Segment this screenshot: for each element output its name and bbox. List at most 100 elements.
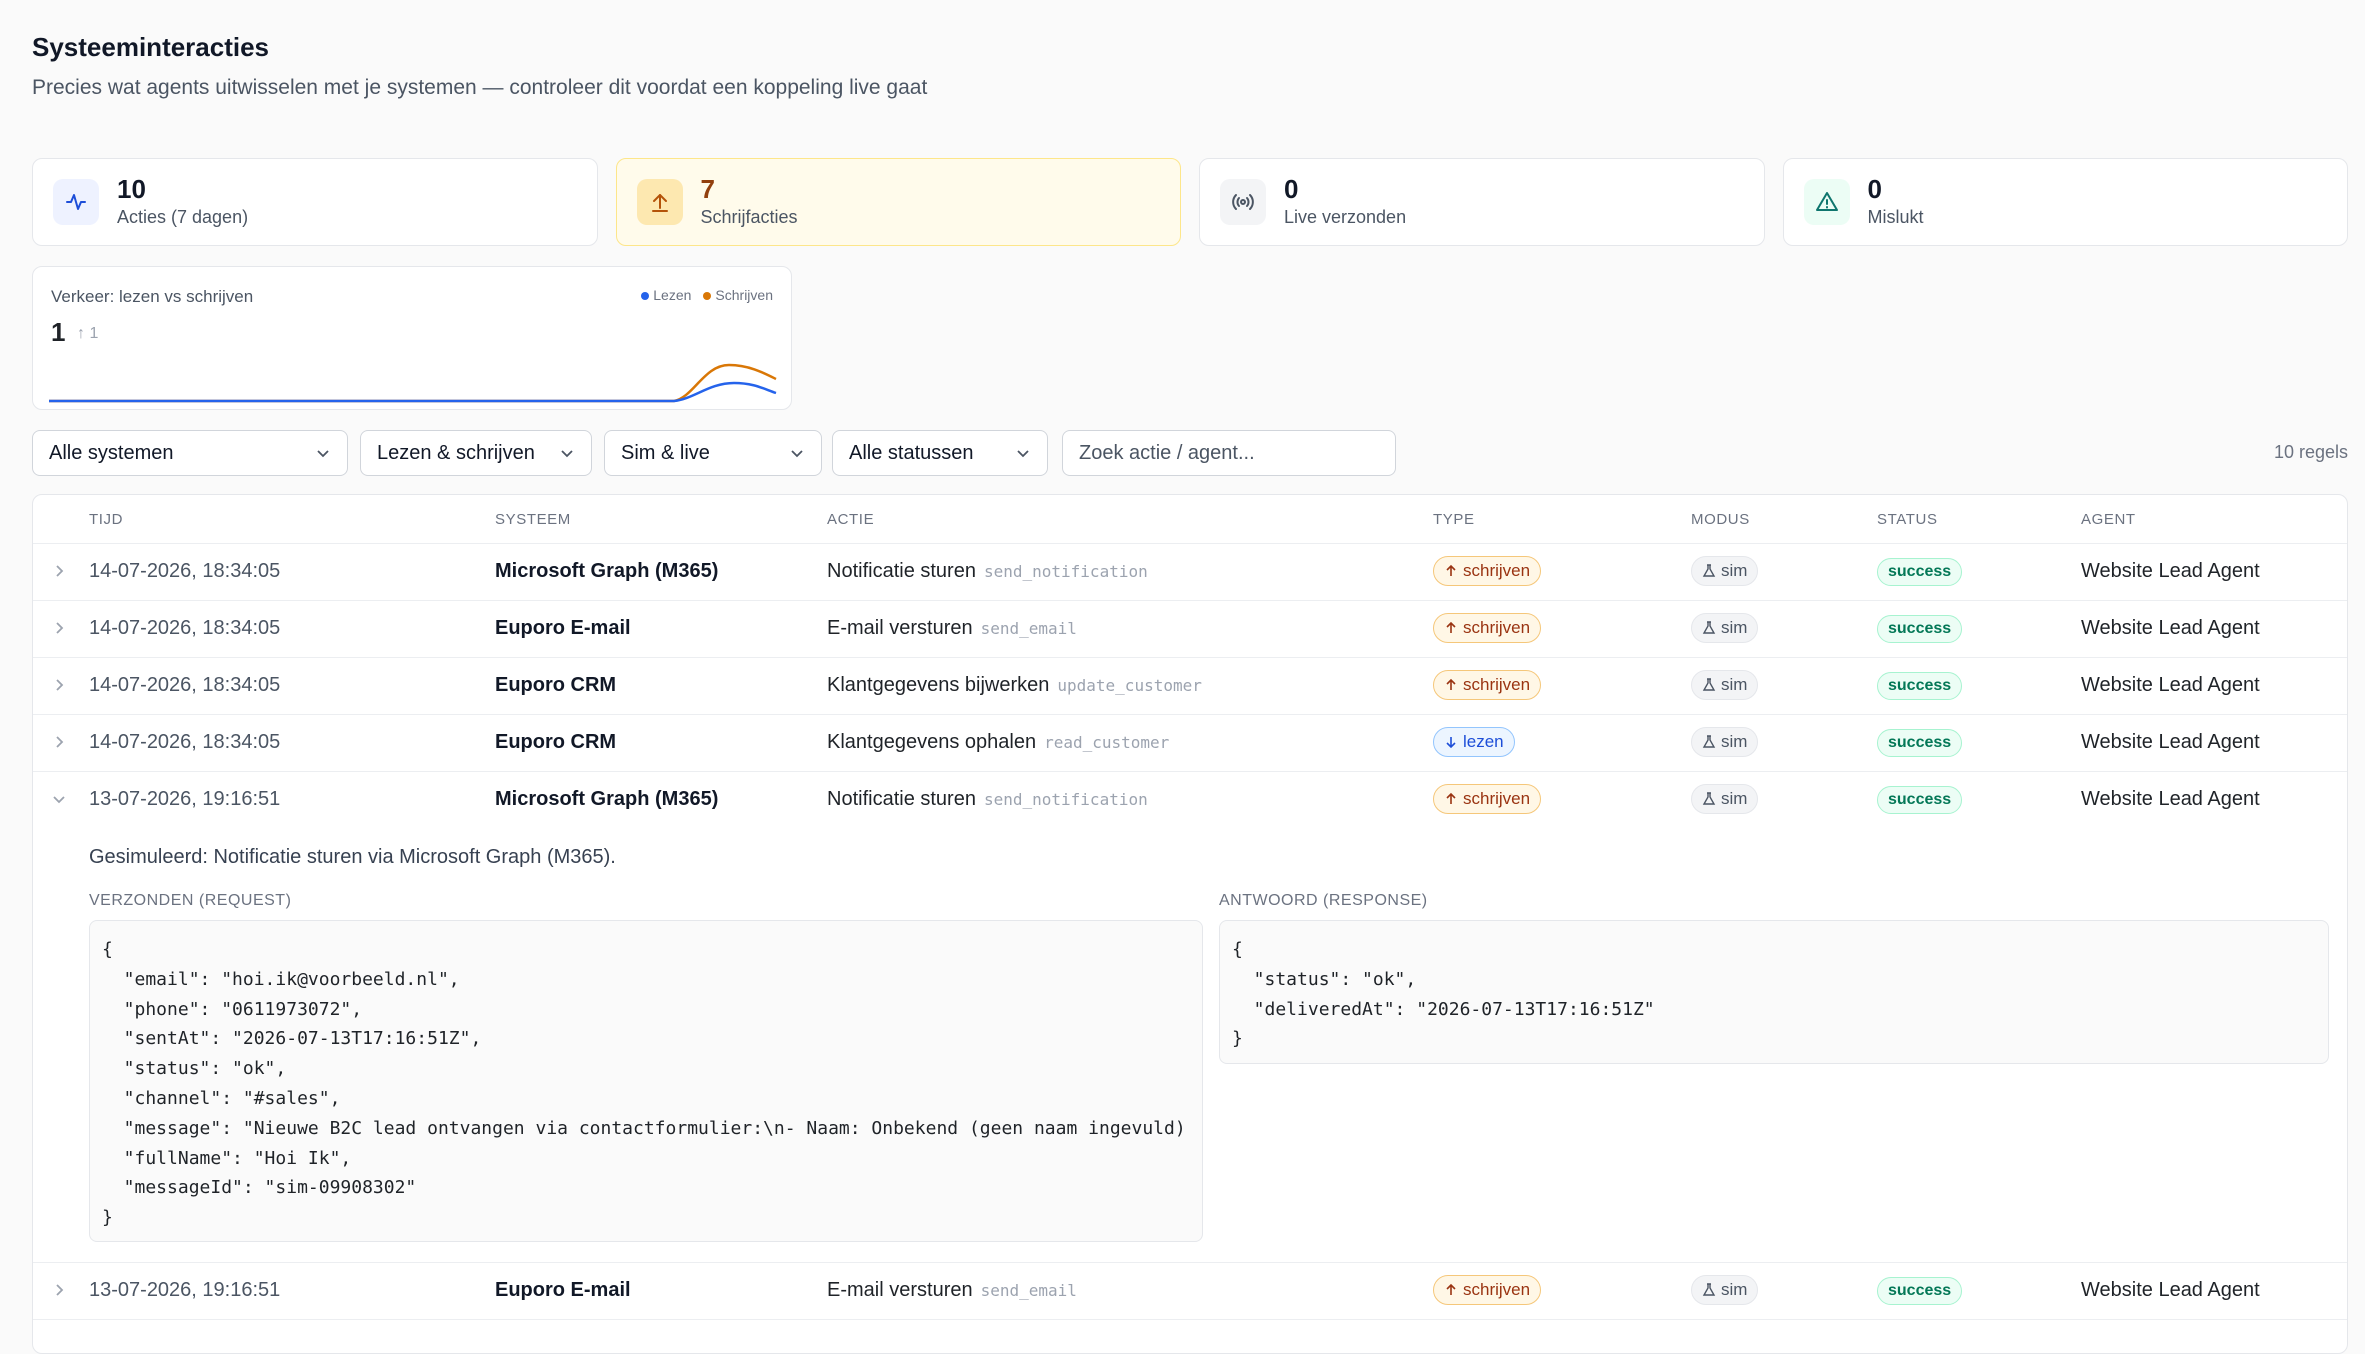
status-filter-select[interactable]: Alle statussen xyxy=(832,430,1048,476)
request-json[interactable]: { "email": "hoi.ik@voorbeeld.nl", "phone… xyxy=(89,920,1203,1242)
arrow-up-icon xyxy=(1446,792,1456,804)
table-row-expanded[interactable]: 13-07-2026, 19:16:51 Microsoft Graph (M3… xyxy=(33,771,2347,828)
page-subtitle: Precies wat agents uitwisselen met je sy… xyxy=(32,76,928,99)
flask-icon xyxy=(1702,1283,1716,1296)
row-action-code: send_notification xyxy=(983,790,1148,809)
row-action-code: send_email xyxy=(980,619,1077,638)
mode-badge: sim xyxy=(1691,784,1759,814)
type-badge: lezen xyxy=(1433,727,1515,757)
row-system: Microsoft Graph (M365) xyxy=(495,788,719,810)
mode-badge: sim xyxy=(1691,1275,1759,1305)
legend-item-read: Lezen xyxy=(641,287,691,303)
arrow-up-icon xyxy=(1446,1283,1456,1295)
traffic-title: Verkeer: lezen vs schrijven xyxy=(51,287,254,306)
column-header-time: TIJD xyxy=(89,511,124,528)
warning-icon xyxy=(1803,179,1850,225)
arrow-up-icon xyxy=(1446,564,1456,576)
row-agent: Website Lead Agent xyxy=(2081,560,2260,582)
stat-value: 7 xyxy=(700,174,715,204)
chevron-down-icon[interactable] xyxy=(51,791,67,807)
response-json[interactable]: { "status": "ok", "deliveredAt": "2026-0… xyxy=(1219,920,2329,1064)
column-header-agent: AGENT xyxy=(2081,511,2136,528)
row-time: 13-07-2026, 19:16:51 xyxy=(89,1279,281,1301)
row-system: Euporo E-mail xyxy=(495,1279,631,1301)
row-time: 14-07-2026, 18:34:05 xyxy=(89,617,281,639)
type-badge: schrijven xyxy=(1433,613,1542,643)
broadcast-icon xyxy=(1220,179,1266,225)
row-agent: Website Lead Agent xyxy=(2081,788,2260,810)
row-agent: Website Lead Agent xyxy=(2081,1279,2260,1301)
stat-label: Mislukt xyxy=(1867,207,1924,227)
system-filter-value: Alle systemen xyxy=(49,441,174,464)
table-row[interactable]: 13-07-2026, 19:16:51 Euporo E-mail E-mai… xyxy=(33,1262,2347,1320)
request-label: VERZONDEN (REQUEST) xyxy=(89,892,292,909)
mode-filter-select[interactable]: Sim & live xyxy=(604,430,822,476)
type-badge: schrijven xyxy=(1433,1275,1542,1305)
chevron-right-icon[interactable] xyxy=(51,734,67,750)
stat-value: 0 xyxy=(1284,174,1299,204)
chevron-right-icon[interactable] xyxy=(51,563,67,579)
table-header: TIJD SYSTEEM ACTIE TYPE MODUS STATUS AGE… xyxy=(33,495,2347,544)
row-action-code: send_notification xyxy=(983,562,1148,581)
stat-value: 10 xyxy=(117,174,146,204)
table-row[interactable]: 14-07-2026, 18:34:05 Euporo CRM Klantgeg… xyxy=(33,714,2347,772)
activity-icon xyxy=(53,179,99,225)
sparkline-read xyxy=(49,381,777,403)
table-row[interactable]: 14-07-2026, 18:34:05 Microsoft Graph (M3… xyxy=(33,543,2347,601)
column-header-system: SYSTEEM xyxy=(495,511,571,528)
arrow-down-icon xyxy=(1446,737,1456,749)
type-filter-select[interactable]: Lezen & schrijven xyxy=(360,430,592,476)
stat-value: 0 xyxy=(1867,174,1882,204)
column-header-mode: MODUS xyxy=(1691,511,1750,528)
flask-icon xyxy=(1702,564,1716,577)
row-action: Notificatie sturen send_notification xyxy=(827,560,1148,582)
column-header-type: TYPE xyxy=(1433,511,1475,528)
row-agent: Website Lead Agent xyxy=(2081,617,2260,639)
legend-item-write: Schrijven xyxy=(703,287,773,303)
chevron-right-icon[interactable] xyxy=(51,620,67,636)
table-row[interactable]: 14-07-2026, 18:34:05 Euporo E-mail E-mai… xyxy=(33,600,2347,658)
row-agent: Website Lead Agent xyxy=(2081,731,2260,753)
type-badge: schrijven xyxy=(1433,556,1542,586)
status-badge: success xyxy=(1877,1277,1963,1305)
upload-icon xyxy=(636,179,683,225)
response-label: ANTWOORD (RESPONSE) xyxy=(1219,892,1428,909)
stat-label: Schrijfacties xyxy=(700,207,798,227)
row-count: 10 regels xyxy=(2273,442,2348,462)
arrow-up-icon xyxy=(1446,621,1456,633)
column-header-action: ACTIE xyxy=(827,511,875,528)
row-action: Klantgegevens bijwerken update_customer xyxy=(827,674,1202,696)
stats-row: 10 Acties (7 dagen) 7 Schrijfacties 0 Li… xyxy=(32,158,2348,246)
mode-badge: sim xyxy=(1691,556,1759,586)
system-filter-select[interactable]: Alle systemen xyxy=(32,430,348,476)
row-system: Microsoft Graph (M365) xyxy=(495,560,719,582)
chevron-right-icon[interactable] xyxy=(51,677,67,693)
type-filter-value: Lezen & schrijven xyxy=(377,441,535,464)
page-title: Systeeminteracties xyxy=(32,32,270,62)
stat-card-writes: 7 Schrijfacties xyxy=(615,158,1181,246)
stat-card-failed: 0 Mislukt xyxy=(1782,158,2348,246)
table-row[interactable]: 14-07-2026, 18:34:05 Euporo CRM Klantgeg… xyxy=(33,657,2347,715)
row-time: 14-07-2026, 18:34:05 xyxy=(89,674,281,696)
stat-label: Acties (7 dagen) xyxy=(117,207,249,227)
stat-card-actions: 10 Acties (7 dagen) xyxy=(32,158,598,246)
flask-icon xyxy=(1702,678,1716,691)
mode-filter-value: Sim & live xyxy=(621,441,710,464)
row-agent: Website Lead Agent xyxy=(2081,674,2260,696)
row-action: E-mail versturen send_email xyxy=(827,617,1077,639)
traffic-delta: ↑ 1 xyxy=(77,325,99,342)
traffic-value: 1 xyxy=(51,317,66,347)
chevron-right-icon[interactable] xyxy=(51,1282,67,1298)
chevron-down-icon xyxy=(561,450,573,458)
type-badge: schrijven xyxy=(1433,784,1542,814)
row-action-code: read_customer xyxy=(1044,733,1170,752)
arrow-up-icon xyxy=(1446,678,1456,690)
chevron-down-icon xyxy=(791,450,803,458)
row-time: 14-07-2026, 18:34:05 xyxy=(89,731,281,753)
search-input[interactable] xyxy=(1062,430,1396,476)
row-action-code: send_email xyxy=(980,1281,1077,1300)
status-badge: success xyxy=(1877,672,1963,700)
row-system: Euporo CRM xyxy=(495,674,617,696)
stat-label: Live verzonden xyxy=(1284,207,1407,227)
chevron-down-icon xyxy=(1017,450,1029,458)
